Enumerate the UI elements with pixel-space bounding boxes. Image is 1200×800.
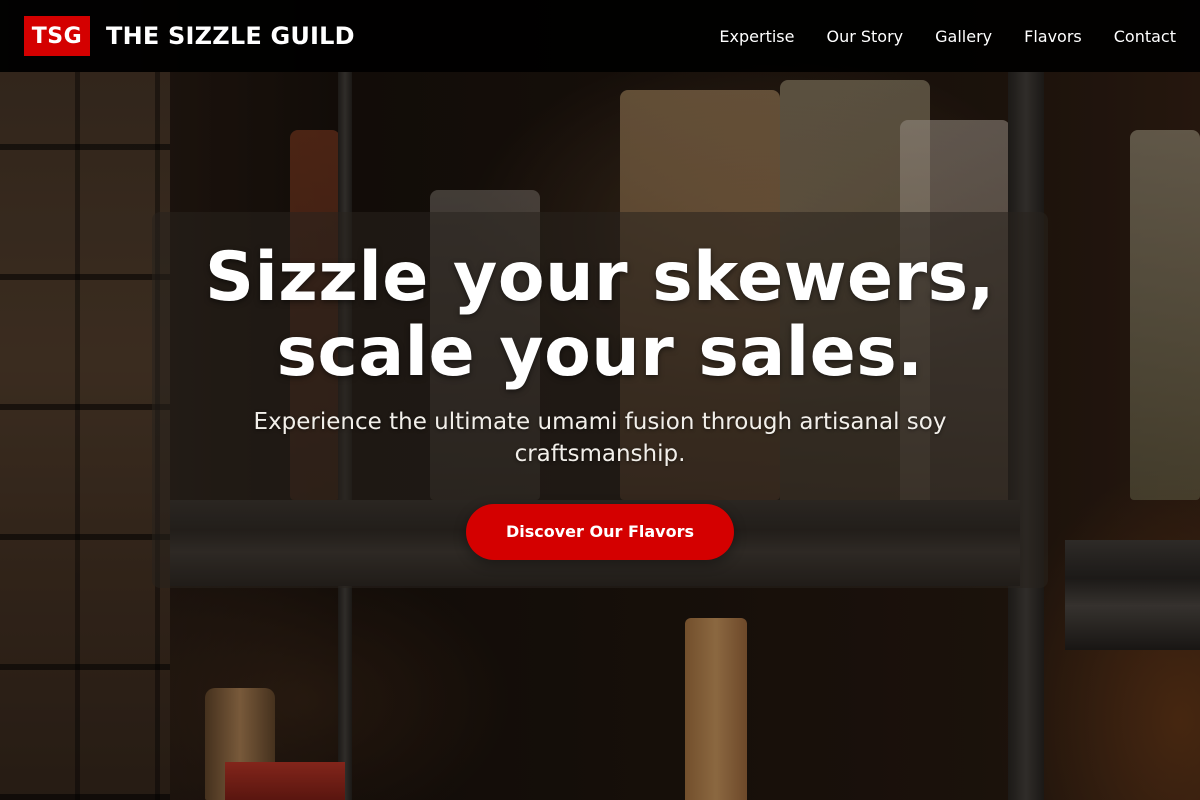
nav-link-gallery[interactable]: Gallery — [935, 27, 992, 46]
logo-badge: TSG — [24, 16, 90, 56]
brand-link[interactable]: TSG THE SIZZLE GUILD — [24, 16, 355, 56]
site-header: TSG THE SIZZLE GUILD Expertise Our Story… — [0, 0, 1200, 72]
nav-link-flavors[interactable]: Flavors — [1024, 27, 1082, 46]
nav-link-contact[interactable]: Contact — [1114, 27, 1176, 46]
nav-link-expertise[interactable]: Expertise — [719, 27, 794, 46]
discover-flavors-button[interactable]: Discover Our Flavors — [466, 504, 734, 560]
hero-panel: Sizzle your skewers, scale your sales. E… — [152, 212, 1048, 588]
hero-title: Sizzle your skewers, scale your sales. — [152, 240, 1048, 390]
hero-title-line-1: Sizzle your skewers, — [205, 238, 995, 317]
nav-link-our-story[interactable]: Our Story — [826, 27, 903, 46]
page: TSG THE SIZZLE GUILD Expertise Our Story… — [0, 0, 1200, 800]
hero-title-line-2: scale your sales. — [276, 313, 924, 392]
brand-name: THE SIZZLE GUILD — [106, 22, 355, 50]
main-nav: Expertise Our Story Gallery Flavors Cont… — [719, 27, 1176, 46]
hero-subtitle: Experience the ultimate umami fusion thr… — [253, 409, 947, 467]
